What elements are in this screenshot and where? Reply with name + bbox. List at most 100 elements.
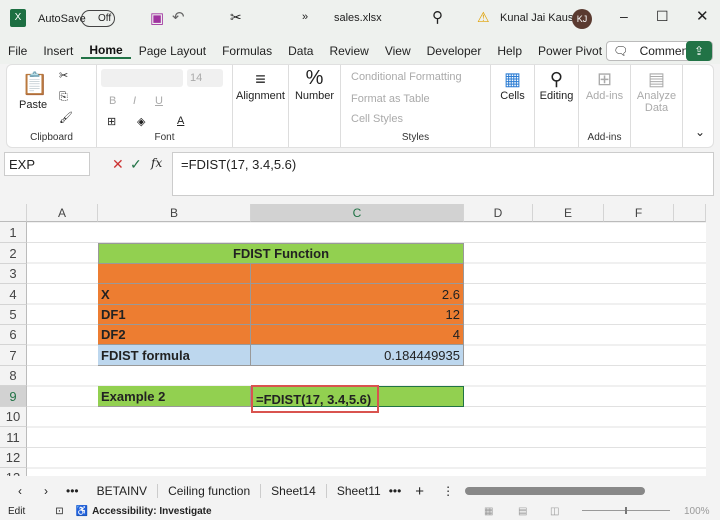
tab-view[interactable]: View — [377, 44, 419, 58]
prev-sheet-icon[interactable]: ‹ — [18, 484, 22, 498]
row-header[interactable]: 7 — [0, 345, 27, 366]
macro-icon[interactable]: ⊡ — [55, 506, 63, 517]
next-sheet-icon[interactable]: › — [44, 484, 48, 498]
row-header[interactable]: 5 — [0, 305, 27, 325]
underline-button[interactable]: U — [155, 95, 163, 107]
row-header[interactable]: 12 — [0, 448, 27, 468]
tab-developer[interactable]: Developer — [419, 44, 490, 58]
column-header-g[interactable] — [674, 204, 706, 222]
select-all[interactable] — [0, 204, 27, 222]
more-sheets-icon[interactable]: ••• — [66, 484, 79, 498]
cell-c6[interactable]: 4 — [251, 325, 464, 345]
row-header[interactable]: 4 — [0, 284, 27, 305]
options-icon[interactable]: ⋮ — [442, 484, 454, 498]
accessibility-status[interactable]: Accessibility: Investigate — [92, 506, 212, 517]
cell-b3[interactable] — [98, 264, 251, 284]
zoom-slider-thumb[interactable] — [625, 507, 627, 514]
row-header[interactable]: 11 — [0, 427, 27, 448]
zoom-slider[interactable] — [582, 507, 670, 514]
enter-icon[interactable]: ✓ — [130, 156, 142, 173]
row-header[interactable]: 8 — [0, 366, 27, 386]
cell-c3[interactable] — [251, 264, 464, 284]
font-size-select[interactable]: 14 — [187, 69, 223, 87]
number-button[interactable]: % Number — [289, 65, 341, 147]
italic-button[interactable]: I — [133, 95, 136, 107]
column-header-d[interactable]: D — [464, 204, 533, 222]
cell-b9[interactable]: Example 2 — [98, 386, 251, 407]
more-sheets-icon[interactable]: ••• — [389, 484, 402, 498]
cells-button[interactable]: ▦ Cells — [491, 65, 535, 147]
row-header[interactable]: 2 — [0, 243, 27, 264]
alignment-button[interactable]: ≡ Alignment — [233, 65, 289, 147]
tab-help[interactable]: Help — [489, 44, 530, 58]
tab-formulas[interactable]: Formulas — [214, 44, 280, 58]
cancel-icon[interactable]: ✕ — [112, 156, 124, 173]
more-commands[interactable]: » — [302, 11, 308, 23]
conditional-formatting-button[interactable]: Conditional Formatting — [351, 71, 462, 83]
minimize-icon[interactable]: – — [620, 8, 628, 24]
formula-input[interactable]: =FDIST(17, 3.4,5.6) — [172, 152, 714, 196]
page-break-view-icon[interactable]: ◫ — [550, 506, 559, 517]
filename[interactable]: sales.xlsx — [334, 12, 382, 24]
undo-icon[interactable]: ↶ — [172, 8, 185, 26]
tab-file[interactable]: File — [0, 44, 35, 58]
cut-icon[interactable]: ✂ — [59, 69, 68, 82]
maximize-icon[interactable]: ☐ — [656, 8, 669, 25]
cell-c7[interactable]: 0.184449935 — [251, 345, 464, 366]
format-painter-icon[interactable]: 🖌 — [59, 111, 73, 124]
insert-function-icon[interactable]: fx — [151, 156, 162, 170]
cell-b7[interactable]: FDIST formula — [98, 345, 251, 366]
paste-button[interactable]: Paste — [19, 99, 47, 111]
bold-button[interactable]: B — [109, 95, 116, 107]
cell-c5[interactable]: 12 — [251, 305, 464, 325]
cell-c4[interactable]: 2.6 — [251, 284, 464, 305]
search-icon[interactable]: ⚲ — [432, 8, 443, 26]
column-header-b[interactable]: B — [98, 204, 251, 222]
worksheet-grid[interactable]: A B C D E F 1 2 3 4 5 6 7 8 9 10 11 12 1… — [0, 204, 706, 476]
save-icon[interactable]: ▣ — [150, 9, 164, 27]
close-icon[interactable]: ✕ — [696, 7, 709, 25]
format-as-table-button[interactable]: Format as Table — [351, 93, 430, 105]
font-color-icon[interactable]: A — [177, 115, 184, 127]
share-button[interactable]: ⇪ — [686, 41, 712, 61]
analyze-data-button[interactable]: ▤ Analyze Data — [631, 65, 683, 147]
tab-home[interactable]: Home — [81, 43, 131, 59]
row-header[interactable]: 6 — [0, 325, 27, 345]
column-header-a[interactable]: A — [27, 204, 98, 222]
sheet-tab[interactable]: BETAINV — [97, 484, 159, 498]
column-header-c[interactable]: C — [251, 204, 464, 222]
cell-b4[interactable]: X — [98, 284, 251, 305]
addins-button[interactable]: Add-ins — [579, 90, 630, 102]
borders-icon[interactable]: ⊞ — [107, 115, 116, 128]
tab-data[interactable]: Data — [280, 44, 321, 58]
tab-power-pivot[interactable]: Power Pivot — [530, 44, 610, 58]
name-box[interactable]: EXP — [4, 152, 90, 176]
collapse-ribbon-icon[interactable]: ⌄ — [695, 125, 705, 139]
cell-b5[interactable]: DF1 — [98, 305, 251, 325]
cell-styles-button[interactable]: Cell Styles — [351, 113, 403, 125]
sheet-tab[interactable]: Ceiling function — [168, 484, 262, 498]
avatar[interactable]: KJ — [572, 9, 592, 29]
cell-c9-edit-highlight[interactable]: =FDIST(17, 3.4,5.6) — [251, 385, 379, 413]
horizontal-scrollbar[interactable] — [455, 486, 715, 496]
column-header-e[interactable]: E — [533, 204, 604, 222]
add-sheet-icon[interactable]: + — [415, 483, 424, 500]
page-layout-view-icon[interactable]: ▤ — [518, 506, 527, 517]
tab-insert[interactable]: Insert — [35, 44, 81, 58]
row-header[interactable]: 1 — [0, 222, 27, 243]
cut-icon[interactable]: ✂ — [230, 9, 242, 26]
fill-color-icon[interactable]: ◈ — [137, 115, 145, 128]
row-header[interactable]: 9 — [0, 386, 27, 407]
vertical-scrollbar[interactable] — [706, 204, 720, 476]
row-header[interactable]: 3 — [0, 264, 27, 284]
scroll-thumb[interactable] — [465, 487, 645, 495]
tab-page-layout[interactable]: Page Layout — [131, 44, 214, 58]
tab-review[interactable]: Review — [321, 44, 376, 58]
cell-b2-title[interactable]: FDIST Function — [98, 243, 464, 264]
zoom-level[interactable]: 100% — [684, 506, 710, 517]
autosave-toggle[interactable]: Off — [81, 10, 115, 27]
copy-icon[interactable]: ⎘ — [59, 91, 68, 104]
row-header[interactable]: 13 — [0, 468, 27, 476]
sheet-tab[interactable]: Sheet14 — [271, 484, 327, 498]
cell-b6[interactable]: DF2 — [98, 325, 251, 345]
